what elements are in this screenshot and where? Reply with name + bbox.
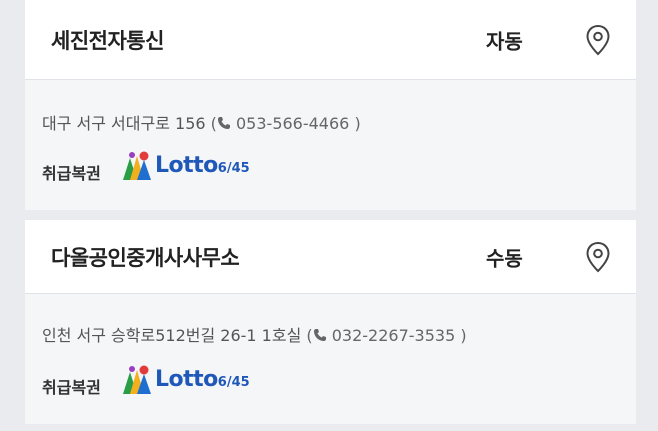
store-address-line: 인천 서구 승학로512번길 26-1 1호실 ( 032-2267-3535 … [42,322,467,346]
lotto-645-logo: Lotto6/45 [120,364,250,398]
store-name: 세진전자통신 [51,28,164,53]
lotto-emblem-icon [123,151,151,180]
phone-paren-close: ) [460,326,467,345]
phone-group: ( 053-566-4466 ) [211,114,361,133]
store-list: 세진전자통신 자동 대구 서구 서대구로 156 ( 053-566-4466 … [0,0,658,431]
store-card-header: 세진전자통신 자동 [25,0,636,80]
lotto-wordmark: Lotto6/45 [155,153,250,178]
store-phone[interactable]: 032-2267-3535 [332,326,456,345]
store-address: 대구 서구 서대구로 156 [42,114,206,133]
store-address: 인천 서구 승학로512번길 26-1 1호실 [42,326,302,345]
handled-lottery-label: 취급복권 [42,378,101,397]
map-pin-icon[interactable] [585,24,611,56]
lotto-645-logo: Lotto6/45 [120,150,250,184]
purchase-mode-label: 자동 [486,29,523,53]
store-name: 다올공인중개사사무소 [51,245,240,270]
store-card: 다올공인중개사사무소 수동 인천 서구 승학로512번길 26-1 1호실 ( … [25,220,636,424]
lotto-emblem-icon [123,365,151,394]
store-phone[interactable]: 053-566-4466 [236,114,349,133]
lotto-wordmark: Lotto6/45 [155,367,250,392]
store-address-line: 대구 서구 서대구로 156 ( 053-566-4466 ) [42,110,361,134]
store-card-header: 다올공인중개사사무소 수동 [25,220,636,294]
map-pin-icon[interactable] [585,241,611,273]
phone-icon [313,329,326,341]
phone-icon [217,117,230,129]
phone-paren-close: ) [354,114,361,133]
store-card: 세진전자통신 자동 대구 서구 서대구로 156 ( 053-566-4466 … [25,0,636,210]
phone-group: ( 032-2267-3535 ) [306,326,466,345]
purchase-mode-label: 수동 [486,246,523,270]
handled-lottery-label: 취급복권 [42,164,101,183]
